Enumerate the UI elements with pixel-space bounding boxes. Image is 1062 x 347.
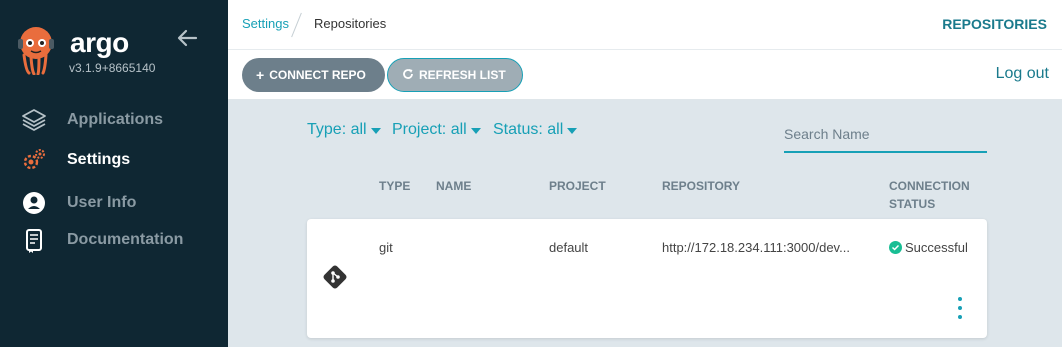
check-circle-icon [889, 241, 902, 254]
type-filter-label: Type: all [307, 121, 367, 138]
sidebar: argo v3.1.9+8665140 Applications Setting… [0, 0, 228, 347]
sidebar-item-label: Documentation [67, 231, 184, 248]
project-filter[interactable]: Project: all [392, 121, 481, 139]
sidebar-item-applications[interactable]: Applications [20, 106, 220, 134]
breadcrumb-separator [291, 12, 302, 38]
caret-down-icon [567, 128, 578, 134]
column-header-project: PROJECT [549, 179, 606, 193]
column-header-type: TYPE [379, 179, 411, 193]
more-actions-icon[interactable] [955, 297, 965, 319]
argo-logo[interactable] [15, 25, 57, 75]
table-row[interactable]: git default http://172.18.234.111:3000/d… [307, 219, 987, 338]
layers-icon [20, 106, 48, 134]
connect-repo-label: CONNECT REPO [269, 68, 366, 82]
column-header-connection-line: CONNECTION [889, 179, 970, 193]
sidebar-item-label: User Info [67, 194, 137, 211]
top-bar: Settings Repositories REPOSITORIES [228, 0, 1062, 50]
column-header-repository: REPOSITORY [662, 179, 741, 193]
type-filter[interactable]: Type: all [307, 121, 381, 139]
status-filter-label: Status: all [493, 121, 564, 138]
caret-down-icon [470, 128, 481, 134]
page-title: REPOSITORIES [942, 16, 1047, 32]
refresh-icon [402, 67, 414, 83]
sidebar-item-label: Settings [67, 151, 131, 168]
sidebar-item-settings[interactable]: Settings [20, 146, 220, 174]
plus-icon: + [256, 67, 265, 83]
refresh-list-button[interactable]: REFRESH LIST [387, 58, 523, 92]
sidebar-item-user-info[interactable]: User Info [20, 189, 220, 217]
version-label: v3.1.9+8665140 [69, 61, 156, 75]
git-icon [323, 265, 347, 289]
book-icon [20, 226, 48, 254]
caret-down-icon [370, 128, 381, 134]
column-header-status-line: STATUS [889, 197, 936, 211]
row-connection-status: Successful [889, 240, 968, 255]
collapse-sidebar-icon[interactable] [176, 27, 198, 49]
status-label: Successful [905, 240, 968, 255]
column-header-connection-status: CONNECTION STATUS [889, 177, 970, 213]
column-header-name: NAME [436, 179, 472, 193]
row-repository: http://172.18.234.111:3000/dev... [662, 240, 850, 255]
breadcrumb-settings[interactable]: Settings [242, 16, 289, 31]
status-filter[interactable]: Status: all [493, 121, 578, 139]
row-type: git [379, 240, 393, 255]
sidebar-item-label: Applications [67, 111, 164, 128]
row-project: default [549, 240, 589, 255]
breadcrumb-repositories: Repositories [314, 16, 387, 31]
action-bar: + CONNECT REPO REFRESH LIST Log out [228, 50, 1062, 100]
gears-icon [20, 146, 48, 174]
refresh-list-label: REFRESH LIST [419, 68, 506, 82]
brand-name: argo [70, 27, 129, 58]
user-circle-icon [20, 189, 48, 217]
sidebar-item-documentation[interactable]: Documentation [20, 226, 220, 254]
project-filter-label: Project: all [392, 121, 467, 138]
logout-link[interactable]: Log out [996, 65, 1049, 83]
connect-repo-button[interactable]: + CONNECT REPO [242, 58, 385, 92]
search-name-input[interactable] [784, 121, 987, 153]
